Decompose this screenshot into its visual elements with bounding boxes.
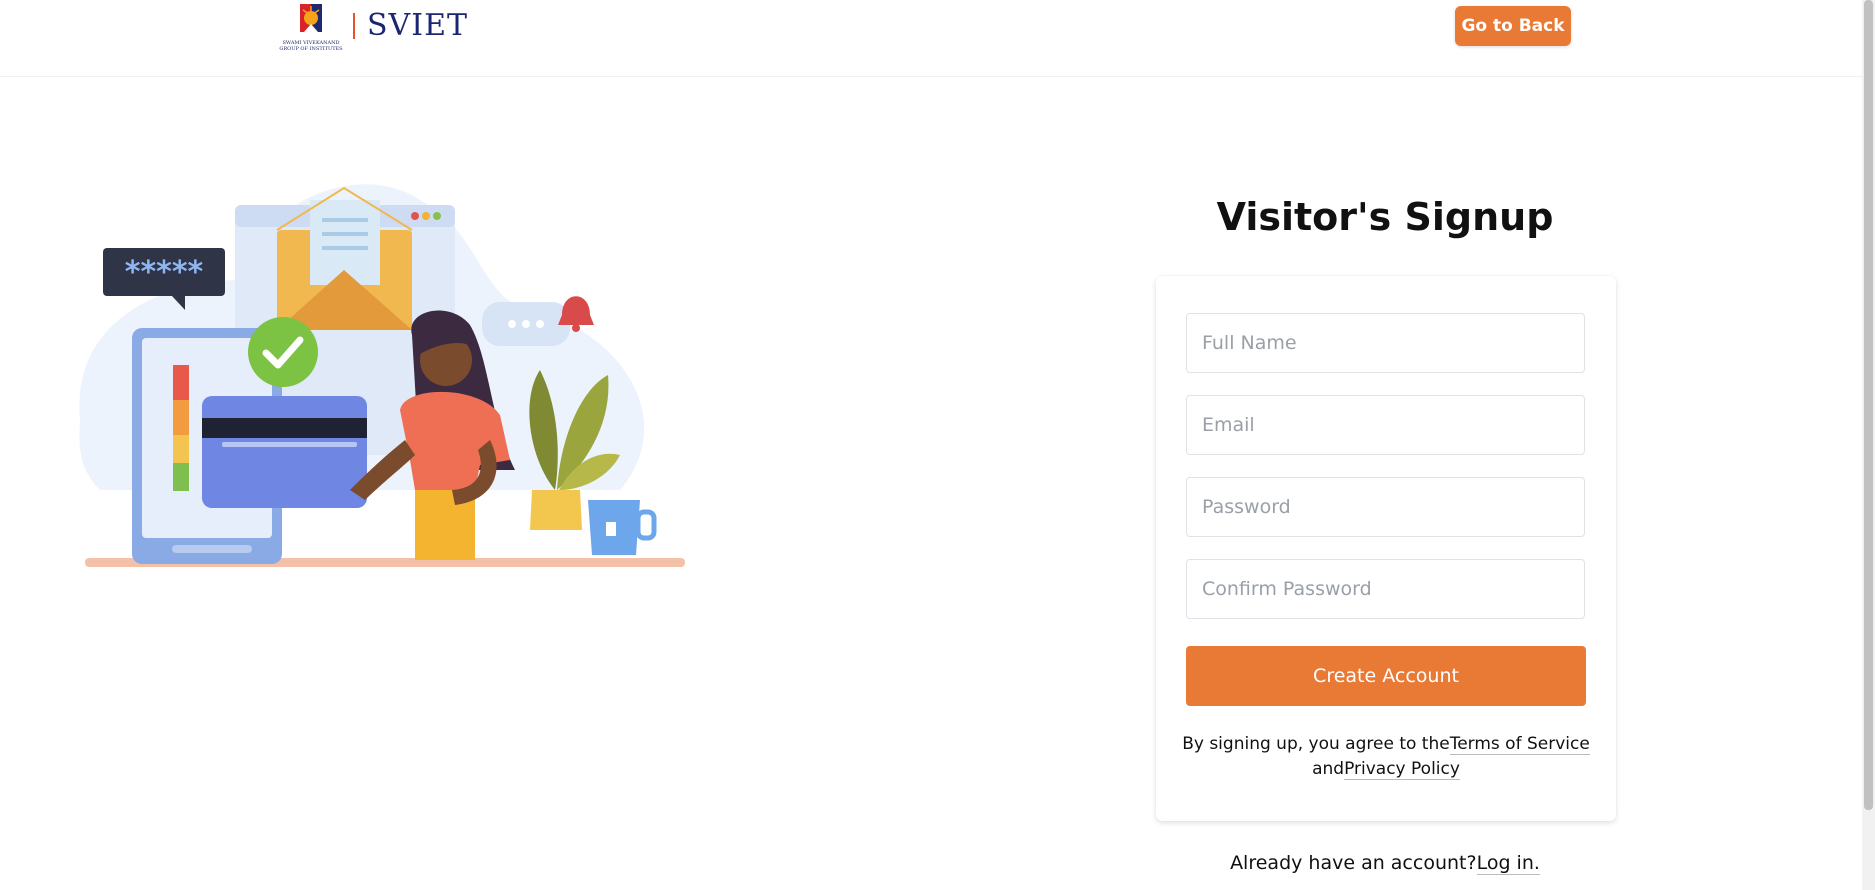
- sviet-emblem-icon: SWAMI VIVEKANAND GROUP OF INSTITUTES: [279, 0, 343, 52]
- login-link[interactable]: Log in.: [1476, 852, 1540, 875]
- go-back-button[interactable]: Go to Back: [1455, 6, 1571, 46]
- terms-of-service-link[interactable]: Terms of Service: [1449, 734, 1590, 755]
- logo-divider: [353, 13, 355, 39]
- top-header: SWAMI VIVEKANAND GROUP OF INSTITUTES SVI…: [0, 0, 1862, 77]
- already-have-account-text: Already have an account?: [1230, 852, 1477, 874]
- login-prompt: Already have an account?Log in.: [1155, 852, 1615, 875]
- terms-prefix: By signing up, you agree to the: [1182, 734, 1450, 754]
- password-input[interactable]: [1186, 477, 1585, 537]
- logo-subtext: SWAMI VIVEKANAND GROUP OF INSTITUTES: [279, 40, 343, 52]
- create-account-button[interactable]: Create Account: [1186, 646, 1586, 706]
- signup-illustration: *****: [60, 160, 700, 580]
- password-bubble-text: *****: [125, 255, 204, 290]
- privacy-policy-link[interactable]: Privacy Policy: [1344, 759, 1460, 780]
- full-name-input[interactable]: [1186, 313, 1585, 373]
- terms-text: By signing up, you agree to theTerms of …: [1176, 732, 1596, 782]
- email-input[interactable]: [1186, 395, 1585, 455]
- scrollbar-thumb[interactable]: [1864, 0, 1873, 810]
- page-scrollbar[interactable]: [1862, 0, 1875, 890]
- sviet-logo[interactable]: SWAMI VIVEKANAND GROUP OF INSTITUTES SVI…: [279, 0, 468, 52]
- page-title: Visitor's Signup: [1216, 195, 1554, 239]
- terms-and: and: [1312, 759, 1345, 779]
- confirm-password-input[interactable]: [1186, 559, 1585, 619]
- logo-text: SVIET: [367, 8, 468, 43]
- signup-card: Create Account By signing up, you agree …: [1156, 276, 1616, 821]
